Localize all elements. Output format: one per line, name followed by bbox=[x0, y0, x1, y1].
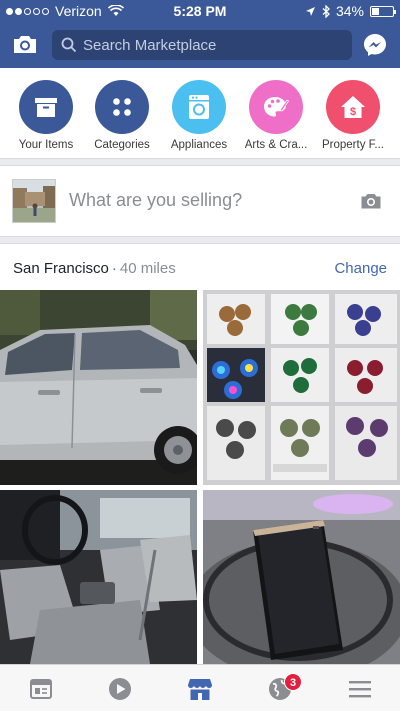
listing-silver-car[interactable] bbox=[0, 290, 197, 485]
category-label: Appliances bbox=[170, 139, 228, 151]
sell-composer[interactable]: What are you selling? bbox=[0, 168, 400, 236]
listing-image bbox=[0, 290, 197, 485]
category-appliances[interactable]: Appliances bbox=[160, 80, 238, 151]
listing-fidget-spinners[interactable] bbox=[203, 290, 400, 485]
grid-dots-icon bbox=[95, 80, 149, 134]
user-avatar bbox=[12, 179, 56, 223]
house-dollar-icon: $ bbox=[326, 80, 380, 134]
menu-icon[interactable] bbox=[347, 676, 373, 702]
svg-text:$: $ bbox=[350, 106, 356, 118]
box-icon bbox=[19, 80, 73, 134]
washer-icon bbox=[172, 80, 226, 134]
category-label: Arts & Cra... bbox=[244, 139, 308, 151]
change-location-link[interactable]: Change bbox=[334, 260, 387, 277]
marketplace-screen: Verizon 5:28 PM 34% Search Marketplace Y… bbox=[0, 0, 400, 711]
palette-icon bbox=[249, 80, 303, 134]
status-right: 34% bbox=[305, 3, 396, 19]
location-city: San Francisco bbox=[13, 260, 109, 277]
location-distance: 40 miles bbox=[119, 260, 176, 277]
bluetooth-icon bbox=[322, 4, 330, 18]
location-separator: · bbox=[111, 260, 117, 277]
marketplace-icon[interactable] bbox=[187, 676, 213, 702]
search-bar[interactable] bbox=[52, 30, 352, 60]
category-your-items[interactable]: Your Items bbox=[7, 80, 85, 151]
news-feed-icon[interactable] bbox=[28, 676, 54, 702]
location-arrow-icon bbox=[305, 6, 315, 16]
search-input[interactable] bbox=[83, 36, 343, 54]
messenger-icon bbox=[364, 34, 386, 56]
category-label: Your Items bbox=[18, 139, 74, 151]
camera-icon[interactable] bbox=[360, 192, 382, 210]
listing-grid bbox=[0, 290, 400, 664]
header-bar: Verizon 5:28 PM 34% bbox=[0, 0, 400, 68]
listing-samsung-phone[interactable] bbox=[203, 490, 400, 664]
category-row: Your Items Categories Appliances Arts & … bbox=[0, 68, 400, 160]
category-categories[interactable]: Categories bbox=[83, 80, 161, 151]
messenger-button[interactable] bbox=[362, 32, 388, 58]
battery-icon bbox=[370, 5, 396, 17]
camera-icon bbox=[14, 36, 36, 53]
section-divider bbox=[0, 236, 400, 244]
bottom-tab-bar: 3 bbox=[0, 664, 400, 711]
location-row: San Francisco · 40 miles Change bbox=[0, 244, 400, 288]
category-arts-crafts[interactable]: Arts & Cra... bbox=[237, 80, 315, 151]
composer-prompt: What are you selling? bbox=[69, 190, 243, 210]
listing-image bbox=[203, 290, 400, 485]
location-label: San Francisco · 40 miles bbox=[13, 260, 176, 277]
camera-button[interactable] bbox=[12, 33, 38, 57]
section-divider bbox=[0, 158, 400, 166]
video-icon[interactable] bbox=[107, 676, 133, 702]
category-property-for-rent[interactable]: $ Property F... bbox=[314, 80, 392, 151]
category-label: Categories bbox=[94, 139, 150, 151]
listing-image bbox=[203, 490, 400, 664]
search-icon bbox=[61, 37, 77, 53]
notification-badge: 3 bbox=[284, 673, 302, 691]
battery-percent: 34% bbox=[335, 3, 364, 19]
category-label: Property F... bbox=[322, 139, 384, 151]
listing-image bbox=[0, 490, 197, 664]
listing-truck-interior[interactable] bbox=[0, 490, 197, 664]
status-bar: Verizon 5:28 PM 34% bbox=[0, 0, 400, 22]
